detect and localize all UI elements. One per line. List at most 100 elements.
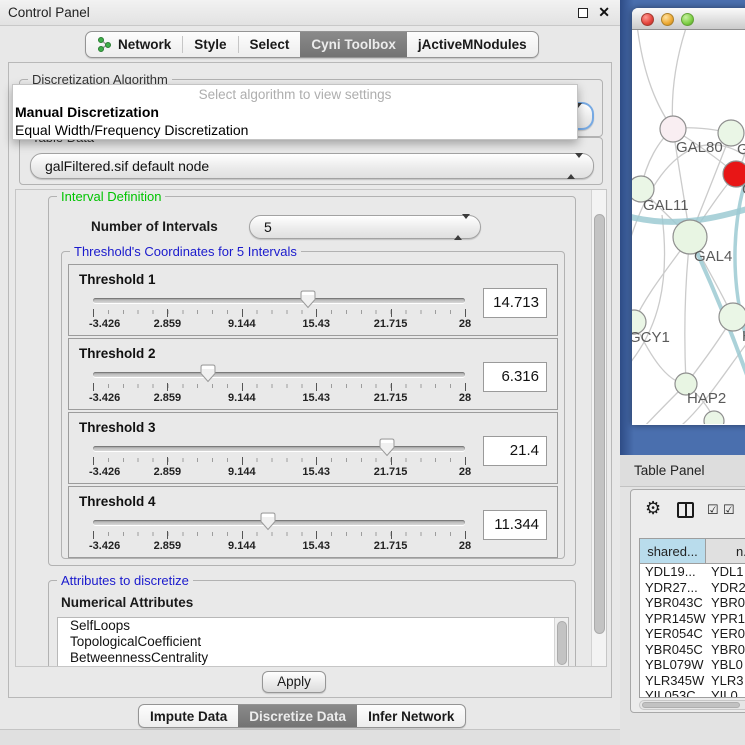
table-row[interactable]: YPR145WYPR1 xyxy=(640,611,745,627)
table-data-value: galFiltered.sif default node xyxy=(45,158,209,174)
zoom-traffic-light-icon[interactable] xyxy=(681,13,694,26)
tick-label: 15.43 xyxy=(302,318,330,330)
apply-button[interactable]: Apply xyxy=(262,671,326,693)
gear-icon[interactable]: ⚙ xyxy=(645,498,661,519)
attribute-list-item[interactable]: SelfLoops xyxy=(58,618,568,634)
cell-shared-name[interactable]: YIL053C xyxy=(640,688,706,698)
slider-track[interactable] xyxy=(93,372,465,377)
tick-label: 2.859 xyxy=(154,540,182,552)
cell-name[interactable]: YLR3 xyxy=(706,673,745,689)
threshold-value-field[interactable]: 14.713 xyxy=(483,288,547,318)
node-label-gcy1: GCY1 xyxy=(632,329,670,346)
tab-jactivemnodules[interactable]: jActiveMNodules xyxy=(407,32,538,57)
close-icon[interactable]: ✕ xyxy=(598,4,610,21)
column-layout-icon[interactable] xyxy=(677,502,694,518)
threshold-slider[interactable]: -3.4262.8599.14415.4321.71528 xyxy=(93,339,465,411)
threshold-value-field[interactable]: 6.316 xyxy=(483,362,547,392)
network-window-titlebar[interactable] xyxy=(632,8,745,30)
cell-name[interactable]: YDL1 xyxy=(706,564,745,580)
thresholds-group-label: Threshold's Coordinates for 5 Intervals xyxy=(70,244,301,259)
tick-label: 28 xyxy=(459,466,471,478)
tab-impute-data[interactable]: Impute Data xyxy=(139,705,238,727)
cell-name[interactable]: YIL0 xyxy=(706,688,745,698)
scrollbar-thumb[interactable] xyxy=(594,214,605,634)
threshold-value-field[interactable]: 21.4 xyxy=(483,436,547,466)
slider-major-tick xyxy=(316,457,317,465)
control-panel: Control Panel ✕ Network Style Select Cyn… xyxy=(0,0,620,745)
slider-major-tick xyxy=(316,309,317,317)
attribute-list-item[interactable]: TopologicalCoefficient xyxy=(58,634,568,650)
table-row[interactable]: YBR043CYBR0 xyxy=(640,595,745,611)
numerical-attributes-list[interactable]: SelfLoopsTopologicalCoefficientBetweenne… xyxy=(57,617,569,667)
cell-shared-name[interactable]: YDR27... xyxy=(640,580,706,596)
combo-stepper-icon xyxy=(567,158,583,174)
checkbox-icon[interactable]: ☑ xyxy=(707,502,719,518)
network-view-window: GAL80 GA C GAL11 GAL4 GCY1 H HAP2 xyxy=(632,8,745,425)
cell-shared-name[interactable]: YBR043C xyxy=(640,595,706,611)
slider-major-tick xyxy=(93,457,94,465)
checkbox-icon[interactable]: ☑ xyxy=(723,502,735,518)
cell-name[interactable]: YPR1 xyxy=(706,611,745,627)
dropdown-option-manual-discretization[interactable]: Manual Discretization xyxy=(13,103,577,121)
slider-track[interactable] xyxy=(93,298,465,303)
number-of-intervals-combobox[interactable]: 5 xyxy=(249,215,481,239)
table-row[interactable]: YDL19...YDL1 xyxy=(640,564,745,580)
column-header-shared-name[interactable]: shared... xyxy=(640,539,706,563)
slider-handle[interactable] xyxy=(300,290,316,309)
table-row[interactable]: YIL053CYIL0 xyxy=(640,688,745,698)
threshold-value-field[interactable]: 11.344 xyxy=(483,510,547,540)
tab-network[interactable]: Network xyxy=(86,32,182,57)
dropdown-option-equal-width-frequency[interactable]: Equal Width/Frequency Discretization xyxy=(13,121,577,139)
attribute-list-item[interactable]: BetweennessCentrality xyxy=(58,650,568,666)
slider-handle[interactable] xyxy=(379,438,395,457)
slider-major-tick xyxy=(391,383,392,391)
cell-shared-name[interactable]: YBL079W xyxy=(640,657,706,673)
cell-name[interactable]: YDR2 xyxy=(706,580,745,596)
tab-infer-network[interactable]: Infer Network xyxy=(357,705,465,727)
scrollbar-thumb[interactable] xyxy=(642,702,740,708)
node-bottom-partial[interactable] xyxy=(704,411,724,424)
float-window-icon[interactable] xyxy=(578,8,588,18)
table-row[interactable]: YBR045CYBR0 xyxy=(640,642,745,658)
cell-name[interactable]: YBR0 xyxy=(706,642,745,658)
tick-label: -3.426 xyxy=(89,392,120,404)
slider-track[interactable] xyxy=(93,520,465,525)
table-horizontal-scrollbar[interactable] xyxy=(639,700,745,710)
slider-handle[interactable] xyxy=(200,364,216,383)
threshold-slider[interactable]: -3.4262.8599.14415.4321.71528 xyxy=(93,413,465,485)
cell-shared-name[interactable]: YLR345W xyxy=(640,673,706,689)
node-attribute-table[interactable]: shared... n... YDL19...YDL1YDR27...YDR2Y… xyxy=(639,538,745,698)
cell-shared-name[interactable]: YDL19... xyxy=(640,564,706,580)
table-row[interactable]: YBL079WYBL0 xyxy=(640,657,745,673)
table-row[interactable]: YER054CYER0 xyxy=(640,626,745,642)
column-header-name[interactable]: n... xyxy=(706,539,745,563)
table-row[interactable]: YLR345WYLR3 xyxy=(640,673,745,689)
cell-name[interactable]: YBR0 xyxy=(706,595,745,611)
slider-handle[interactable] xyxy=(260,512,276,531)
tick-label: 9.144 xyxy=(228,540,256,552)
cell-shared-name[interactable]: YBR045C xyxy=(640,642,706,658)
table-data-combobox[interactable]: galFiltered.sif default node xyxy=(30,153,594,179)
cell-name[interactable]: YBL0 xyxy=(706,657,745,673)
cell-shared-name[interactable]: YPR145W xyxy=(640,611,706,627)
tab-style[interactable]: Style xyxy=(183,32,237,57)
threshold-slider[interactable]: -3.4262.8599.14415.4321.71528 xyxy=(93,265,465,337)
close-traffic-light-icon[interactable] xyxy=(641,13,654,26)
slider-major-tick xyxy=(242,531,243,539)
table-row[interactable]: YDR27...YDR2 xyxy=(640,580,745,596)
slider-track[interactable] xyxy=(93,446,465,451)
cell-shared-name[interactable]: YER054C xyxy=(640,626,706,642)
tab-cyni-toolbox[interactable]: Cyni Toolbox xyxy=(300,32,407,57)
cell-name[interactable]: YER0 xyxy=(706,626,745,642)
minimize-traffic-light-icon[interactable] xyxy=(661,13,674,26)
tab-discretize-data[interactable]: Discretize Data xyxy=(238,705,357,727)
scrollbar-thumb[interactable] xyxy=(557,621,567,665)
settings-scrollbar[interactable] xyxy=(591,190,606,666)
slider-major-tick xyxy=(167,309,168,317)
threshold-slider[interactable]: -3.4262.8599.14415.4321.71528 xyxy=(93,487,465,559)
tab-select[interactable]: Select xyxy=(239,32,301,57)
attributes-list-scrollbar[interactable] xyxy=(554,618,568,667)
network-canvas[interactable]: GAL80 GA C GAL11 GAL4 GCY1 H HAP2 xyxy=(632,30,745,424)
node-h[interactable] xyxy=(719,303,745,331)
slider-major-tick xyxy=(167,531,168,539)
